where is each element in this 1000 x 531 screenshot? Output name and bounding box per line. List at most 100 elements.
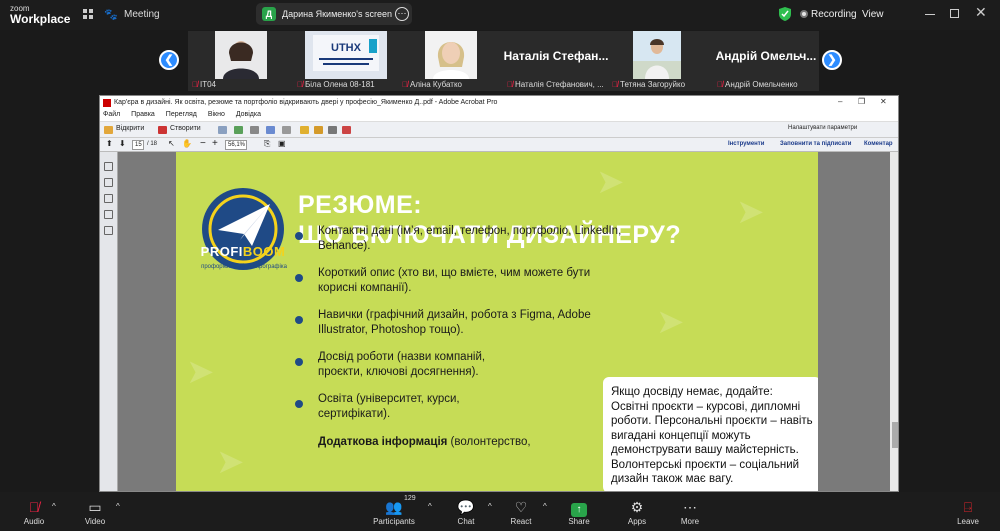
participants-label: Participants: [373, 517, 415, 526]
logo-subtitle: профорієнтаційна інфографіка: [201, 264, 287, 270]
bullet-item: Контактні дані (ім’я, email, телефон, по…: [295, 224, 626, 254]
sign-icon[interactable]: [342, 126, 351, 134]
cloud-icon[interactable]: [234, 126, 243, 134]
close-icon[interactable]: ✕: [880, 97, 887, 106]
more-options-icon[interactable]: ···: [395, 7, 409, 21]
shield-icon[interactable]: [779, 7, 791, 21]
menu-item-help[interactable]: Довідка: [236, 111, 261, 118]
zoom-brand: zoom Workplace: [10, 3, 70, 25]
layers-icon[interactable]: [104, 226, 113, 235]
extra-info-text: (волонтерство,: [447, 436, 531, 448]
signatures-icon[interactable]: [104, 210, 113, 219]
pdf-slide: ➤ ➤ ➤ ➤ ➤ PROFIBOOM профорієнтаційна інф…: [176, 152, 818, 491]
document-scrollbar[interactable]: [890, 152, 898, 491]
prev-page-icon[interactable]: ❮: [159, 50, 179, 70]
close-icon[interactable]: ✕: [975, 4, 987, 21]
screen-share-indicator[interactable]: Д Дарина Якименко's screen ···: [256, 3, 412, 25]
fill-sign-link[interactable]: Заповнити та підписати: [780, 141, 851, 147]
participants-count: 129: [404, 495, 416, 502]
apps-button[interactable]: ⚙ Apps: [607, 492, 667, 531]
react-label: React: [510, 517, 532, 526]
print-icon[interactable]: [250, 126, 259, 134]
menu-item-view[interactable]: Перегляд: [166, 111, 197, 118]
acrobat-toolbar: Відкрити Створити Налаштувати параметри: [100, 122, 898, 138]
comment-icon[interactable]: [300, 126, 309, 134]
zoom-out-icon[interactable]: −: [200, 138, 206, 149]
bullet-dot: [295, 400, 303, 408]
participant-tile[interactable]: 🎙̸ Аліна Кубатко: [398, 31, 504, 91]
react-caret-icon[interactable]: ^: [543, 502, 547, 511]
attachments-icon[interactable]: [104, 194, 113, 203]
participant-tile[interactable]: 🎙̸ IT04: [188, 31, 294, 91]
plane-watermark-icon: ➤: [656, 303, 685, 341]
recording-label[interactable]: Recording: [811, 9, 857, 20]
muted-mic-icon: 🎙̸: [717, 80, 723, 89]
sharer-avatar-badge: Д: [262, 7, 276, 21]
maximize-icon[interactable]: [950, 9, 959, 18]
highlight-icon[interactable]: [314, 126, 323, 134]
next-page-icon[interactable]: ⬇: [119, 139, 126, 148]
participant-tile[interactable]: Наталія Стефан... 🎙̸ Наталія Стефанович, …: [503, 31, 609, 91]
audio-button[interactable]: 🎙̸ Audio: [4, 492, 64, 531]
audio-options-caret-icon[interactable]: ^: [52, 502, 56, 511]
hand-tool-icon[interactable]: ✋: [182, 139, 192, 148]
comment-link[interactable]: Коментар: [864, 141, 893, 147]
participant-tile[interactable]: Андрій Омельч... 🎙̸ Андрій Омельченко: [713, 31, 819, 91]
page-number-input[interactable]: 15: [132, 140, 144, 150]
note-callout: Якщо досвіду немає, додайте: Освітні про…: [603, 377, 818, 491]
share-icon[interactable]: [328, 126, 337, 134]
tools-link[interactable]: Інструменти: [728, 141, 764, 147]
slide-title-line-1: РЕЗЮМЕ:: [298, 191, 423, 219]
menu-item-window[interactable]: Вікно: [208, 111, 225, 118]
next-page-icon[interactable]: ❯: [822, 50, 842, 70]
save-icon[interactable]: [218, 126, 227, 134]
create-pdf-icon[interactable]: [158, 126, 167, 134]
bullet-text: Контактні дані (ім’я, email, телефон, по…: [318, 225, 622, 252]
minimize-icon[interactable]: –: [838, 97, 842, 106]
open-button[interactable]: Відкрити: [116, 125, 144, 132]
muted-mic-icon: 🎙̸: [192, 80, 198, 89]
participant-tile[interactable]: UTHX 🎙̸ Біла Олена 08-181: [293, 31, 399, 91]
menu-item-edit[interactable]: Правка: [131, 111, 155, 118]
bullet-dot: [295, 316, 303, 324]
settings-icon[interactable]: [282, 126, 291, 134]
participant-tile[interactable]: 🎙̸ Тетяна Загоруйко: [608, 31, 714, 91]
acrobat-title: Кар'єра в дизайні. Як освіта, резюме та …: [114, 99, 498, 106]
heart-icon: ♡: [514, 499, 528, 515]
customize-toolbar-button[interactable]: Налаштувати параметри: [788, 125, 857, 131]
email-icon[interactable]: [266, 126, 275, 134]
prev-page-icon[interactable]: ⬆: [106, 139, 113, 148]
create-button[interactable]: Створити: [170, 125, 201, 132]
chat-button[interactable]: 💬 Chat: [436, 492, 496, 531]
paw-icon[interactable]: 🐾: [104, 8, 118, 21]
extra-info-label: Додаткова інформація: [318, 436, 448, 448]
bookmarks-icon[interactable]: [104, 178, 113, 187]
page-thumbnails-icon[interactable]: [104, 162, 113, 171]
meeting-top-bar: zoom Workplace 🐾 Meeting Д Дарина Якимен…: [0, 0, 1000, 30]
minimize-icon[interactable]: [925, 14, 935, 15]
leave-button[interactable]: ⍈ Leave: [938, 492, 998, 531]
select-tool-icon[interactable]: ↖: [168, 139, 175, 148]
react-button[interactable]: ♡ React: [491, 492, 551, 531]
participants-caret-icon[interactable]: ^: [428, 502, 432, 511]
scrollbar-thumb[interactable]: [892, 422, 898, 448]
more-label: More: [680, 517, 700, 526]
share-button[interactable]: ↑ Share: [549, 492, 609, 531]
participant-name: Андрій Омельченко: [725, 80, 798, 89]
participant-display-name: Андрій Омельч...: [715, 49, 817, 63]
meeting-label[interactable]: Meeting: [124, 9, 160, 20]
more-button[interactable]: ⋯ More: [660, 492, 720, 531]
view-button[interactable]: View: [862, 9, 884, 20]
bullet-text: Короткий опис (хто ви, що вмієте, чим мо…: [318, 267, 591, 294]
participant-video: UTHX: [305, 31, 387, 79]
fit-page-icon[interactable]: ⎘: [264, 139, 270, 149]
folder-icon[interactable]: [104, 126, 113, 134]
fit-width-icon[interactable]: ▣: [278, 139, 286, 148]
video-options-caret-icon[interactable]: ^: [116, 502, 120, 511]
menu-item-file[interactable]: Файл: [103, 111, 120, 118]
zoom-level-input[interactable]: 56,1%: [225, 140, 247, 150]
maximize-icon[interactable]: ❐: [858, 97, 865, 106]
grid-icon[interactable]: [83, 9, 94, 20]
zoom-in-icon[interactable]: +: [212, 138, 218, 149]
video-button[interactable]: ▭ Video: [65, 492, 125, 531]
